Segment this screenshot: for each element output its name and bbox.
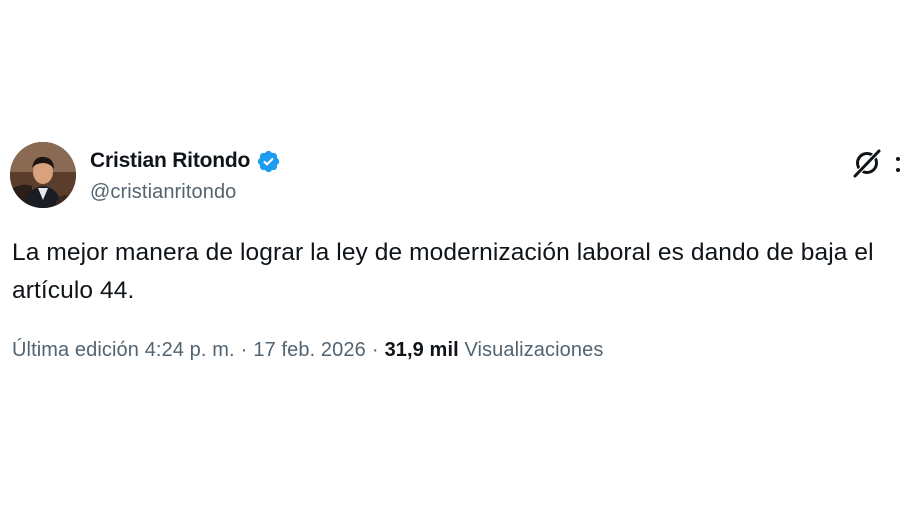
avatar[interactable]: [10, 142, 76, 208]
more-icon[interactable]: [896, 157, 900, 161]
grok-icon[interactable]: [850, 146, 884, 180]
tweet-text: La mejor manera de lograr la ley de mode…: [12, 239, 874, 304]
meta-separator: ·: [371, 339, 379, 361]
tweet-time[interactable]: 4:24 p. m.: [145, 339, 235, 361]
views-count[interactable]: 31,9 mil: [385, 339, 459, 361]
author-name-row: Cristian Ritondo: [90, 147, 281, 175]
verified-badge-icon[interactable]: [256, 149, 281, 174]
edited-label[interactable]: Última edición: [12, 339, 139, 361]
more-icon-dot[interactable]: [896, 168, 900, 172]
author-display-name[interactable]: Cristian Ritondo: [90, 149, 250, 173]
avatar-image: [10, 142, 76, 208]
tweet-date[interactable]: 17 feb. 2026: [253, 339, 365, 361]
tweet-meta: Última edición 4:24 p. m. · 17 feb. 2026 · 3…: [12, 339, 603, 362]
author-handle[interactable]: @cristianritondo: [90, 181, 236, 204]
meta-separator: ·: [240, 339, 248, 361]
views-label[interactable]: Visualizaciones: [464, 339, 603, 361]
tweet-card: Cristian Ritondo @cristianritondo La mej…: [0, 0, 900, 505]
